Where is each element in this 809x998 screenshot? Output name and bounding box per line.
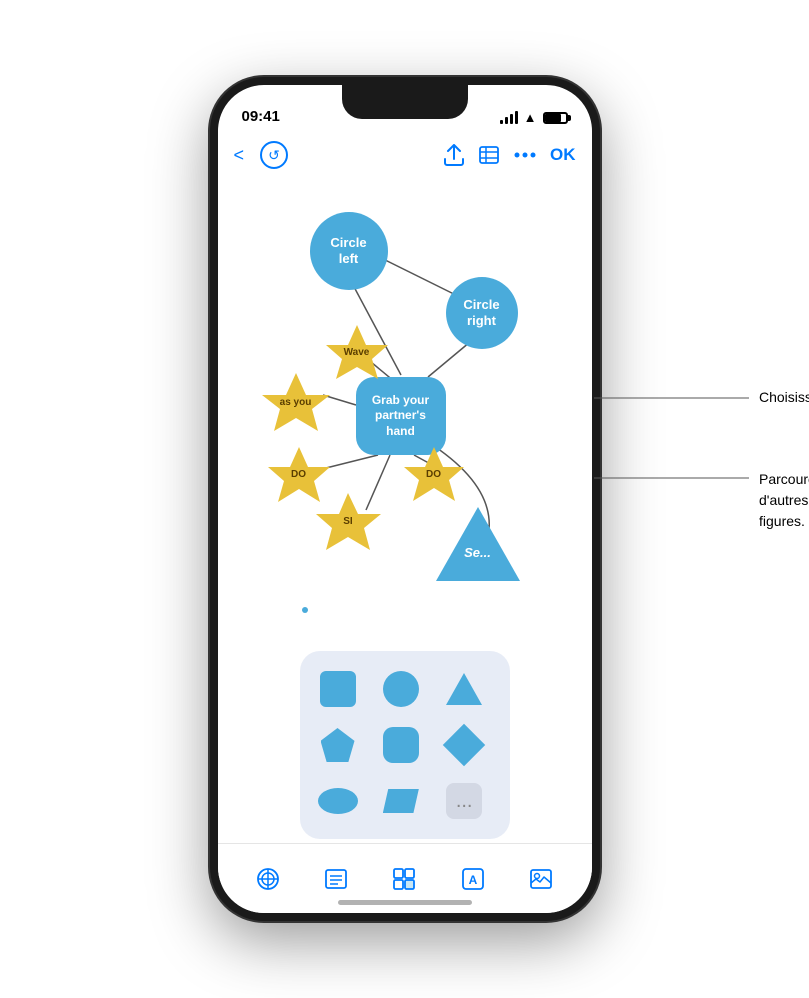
shape-picker-panel: ... xyxy=(300,651,510,839)
notch xyxy=(342,85,468,119)
text-format-button[interactable]: A xyxy=(451,857,495,901)
more-button[interactable] xyxy=(514,152,536,158)
draw-button[interactable] xyxy=(246,857,290,901)
shape-parallelogram-btn[interactable] xyxy=(377,777,425,825)
undo-button[interactable]: ↺ xyxy=(260,141,288,169)
choose-shape-callout: Choisissez une figure. xyxy=(759,389,809,405)
top-toolbar: < ↺ xyxy=(218,133,592,177)
shape-more-btn[interactable]: ... xyxy=(440,777,488,825)
shape-square-btn[interactable] xyxy=(314,665,362,713)
home-indicator xyxy=(338,900,472,905)
signal-icon xyxy=(500,112,518,124)
ok-button[interactable]: OK xyxy=(550,145,576,165)
status-icons: ▲ xyxy=(500,110,568,125)
svg-text:A: A xyxy=(469,873,478,887)
triangle-se-text: Se... xyxy=(436,545,520,560)
battery-icon xyxy=(543,112,568,124)
shape-circle-btn[interactable] xyxy=(377,665,425,713)
choose-shape-label: Choisissez une figure. xyxy=(759,389,809,405)
browse-more-callout: Parcourez d'autresfigures. xyxy=(759,469,809,532)
phone-frame: 09:41 ▲ < ↺ xyxy=(210,77,600,921)
grab-hand-node[interactable]: Grab yourpartner'shand xyxy=(356,377,446,455)
do2-node[interactable]: DO xyxy=(404,447,464,501)
shape-rounded-square-btn[interactable] xyxy=(377,721,425,769)
text-box-button[interactable] xyxy=(314,857,358,901)
back-button[interactable]: < xyxy=(234,145,245,166)
shape-triangle-btn[interactable] xyxy=(440,665,488,713)
shapes-button[interactable] xyxy=(382,857,426,901)
as-you-node[interactable]: as you xyxy=(262,373,330,431)
circle-left-node[interactable]: Circleleft xyxy=(310,212,388,290)
shape-grid: ... xyxy=(314,665,496,825)
media-button[interactable] xyxy=(519,857,563,901)
share-button[interactable] xyxy=(444,144,464,166)
blue-dot xyxy=(302,607,308,613)
wifi-icon: ▲ xyxy=(524,110,537,125)
circle-right-node[interactable]: Circleright xyxy=(446,277,518,349)
si-node[interactable]: SI xyxy=(316,493,381,550)
shape-oval-btn[interactable] xyxy=(314,777,362,825)
browse-more-label: Parcourez d'autresfigures. xyxy=(759,469,809,532)
canvas-area[interactable]: Circleleft Circleright Grab yourpartner'… xyxy=(218,177,592,843)
toolbar-left: < ↺ xyxy=(234,141,289,169)
diagram: Circleleft Circleright Grab yourpartner'… xyxy=(218,177,592,843)
wave-node[interactable]: Wave xyxy=(326,325,388,379)
triangle-se-node[interactable] xyxy=(436,507,520,581)
shape-pentagon-btn[interactable] xyxy=(314,721,362,769)
layers-button[interactable] xyxy=(478,145,500,165)
toolbar-right: OK xyxy=(444,144,576,166)
status-time: 09:41 xyxy=(242,108,280,125)
shape-diamond-btn[interactable] xyxy=(440,721,488,769)
